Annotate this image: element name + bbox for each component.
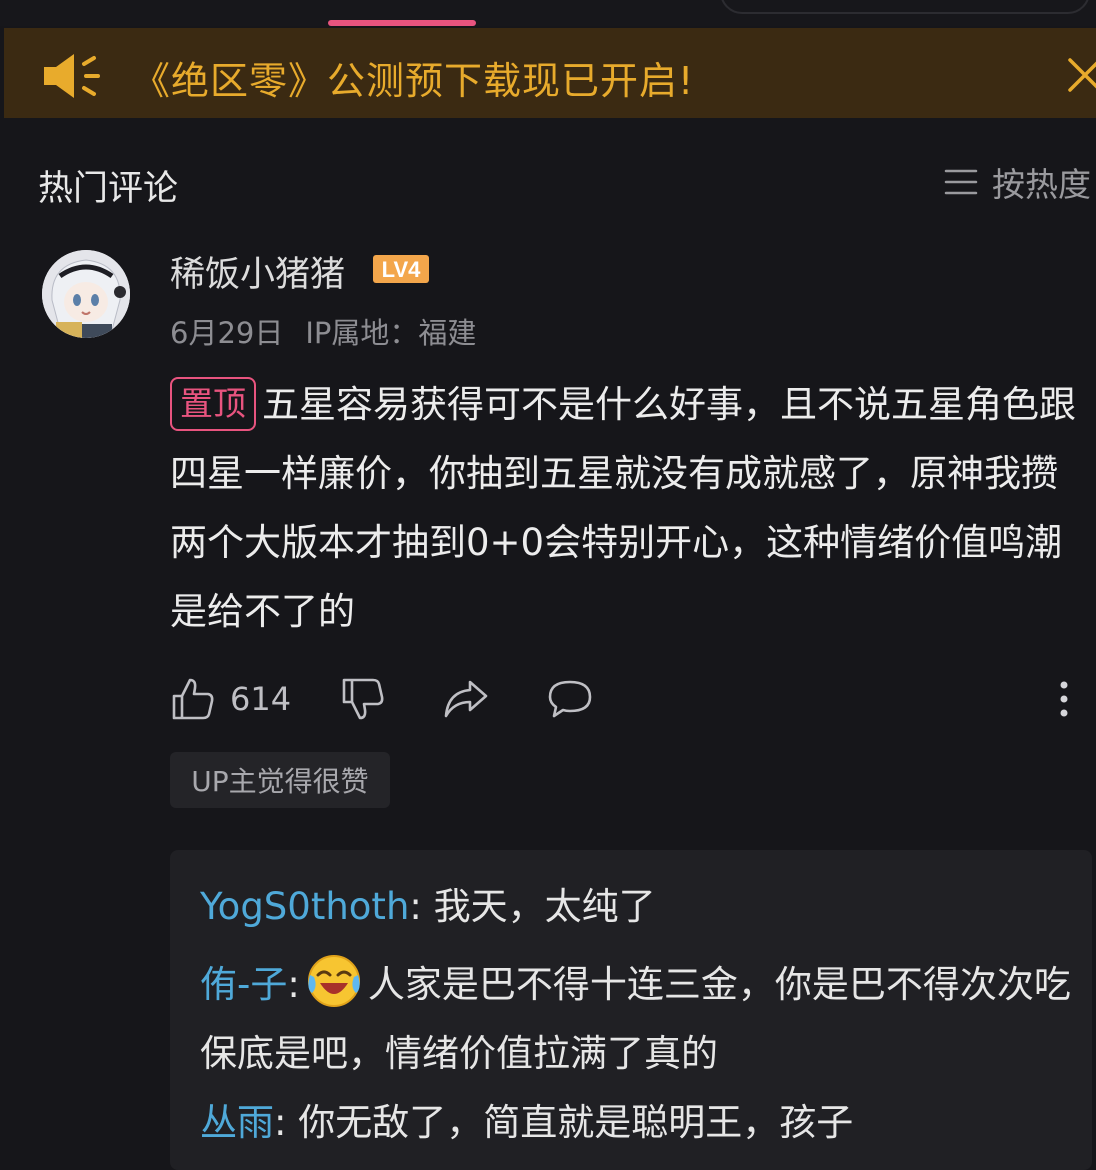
sort-button[interactable]: 按热度: [944, 160, 1091, 204]
more-vertical-icon: [1060, 681, 1068, 717]
sort-label: 按热度: [992, 165, 1091, 204]
reply-author[interactable]: YogS0thoth: [200, 885, 409, 928]
anime-avatar-image: [42, 250, 130, 338]
reply-separator: :: [274, 1101, 287, 1144]
comment-meta: 6月29日 IP属地：福建: [170, 310, 476, 352]
thumbs-down-icon: [342, 678, 384, 720]
pinned-tag: 置顶: [170, 377, 256, 431]
reply-text: 我天，太纯了: [421, 885, 656, 928]
reply-separator: :: [409, 885, 422, 928]
reply-author[interactable]: 丛雨: [200, 1101, 274, 1144]
thumbs-up-icon: [172, 678, 214, 720]
comment-actions: 614: [170, 674, 1090, 724]
chat-bubble-icon: [548, 680, 592, 718]
menu-lines-icon: [944, 169, 978, 195]
like-count: 614: [230, 680, 292, 718]
level-badge: LV4: [373, 255, 429, 283]
share-button[interactable]: [442, 674, 490, 724]
search-box[interactable]: [720, 0, 1090, 14]
reply-item[interactable]: 丛雨: 你无敌了，简直就是聪明王，孩子: [200, 1088, 1080, 1157]
reply-separator: :: [287, 963, 300, 1006]
reply-button[interactable]: [546, 674, 594, 724]
hot-comments-title: 热门评论: [38, 169, 179, 209]
comment-text: 五星容易获得可不是什么好事，且不说五星角色跟四星一样廉价，你抽到五星就没有成就感…: [170, 383, 1076, 633]
avatar[interactable]: [42, 250, 130, 338]
replies-panel[interactable]: YogS0thoth: 我天，太纯了 侑-子: 人家是巴不得十连三金，你是巴不得…: [170, 850, 1092, 1170]
speaker-icon: [44, 54, 100, 98]
notice-text[interactable]: 《绝区零》公测预下载现已开启!: [132, 50, 694, 105]
level-text: LV4: [382, 257, 421, 282]
active-tab-indicator: [328, 20, 476, 26]
share-arrow-icon: [444, 680, 488, 718]
comment-username[interactable]: 稀饭小猪猪: [170, 246, 345, 297]
top-tab-bar: [0, 0, 1096, 26]
close-icon[interactable]: [1064, 54, 1096, 94]
comment-body: 置顶 五星容易获得可不是什么好事，且不说五星角色跟四星一样廉价，你抽到五星就没有成…: [170, 370, 1090, 646]
reply-text: 你无敌了，简直就是聪明王，孩子: [286, 1101, 854, 1144]
comment-date: 6月29日: [170, 316, 284, 350]
laughing-crying-emoji-icon: [307, 955, 360, 1007]
reply-author[interactable]: 侑-子: [200, 963, 287, 1006]
ip-location: IP属地：福建: [305, 316, 477, 350]
notice-banner[interactable]: 《绝区零》公测预下载现已开启!: [4, 28, 1096, 118]
more-options-button[interactable]: [1056, 674, 1072, 724]
like-button[interactable]: 614: [170, 674, 291, 724]
reply-item[interactable]: 侑-子: 人家是巴不得十连三金，你是巴不得次次吃保底是吧，情绪价值拉满了真的: [200, 950, 1080, 1088]
dislike-button[interactable]: [340, 674, 386, 724]
up-liked-badge: UP主觉得很赞: [170, 752, 390, 808]
reply-item[interactable]: YogS0thoth: 我天，太纯了: [200, 872, 1080, 941]
